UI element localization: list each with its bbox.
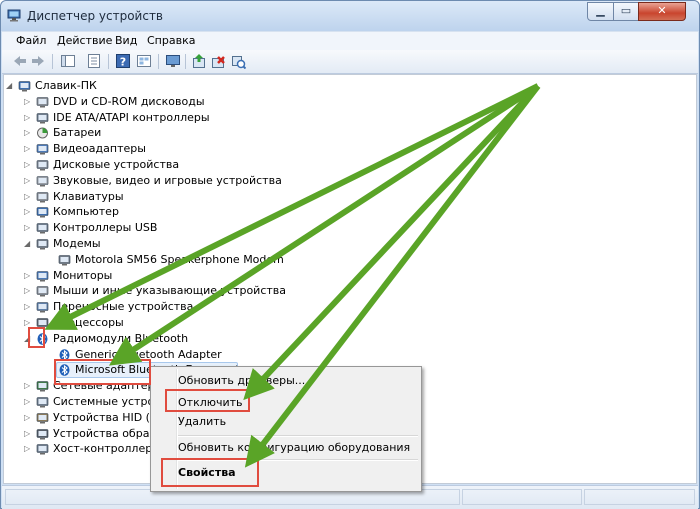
arrow-to-properties (244, 84, 541, 468)
annotation-arrows (44, 83, 541, 468)
arrow-to-expander (44, 83, 540, 330)
arrow-to-disable (243, 83, 541, 401)
arrow-to-device (108, 83, 540, 366)
